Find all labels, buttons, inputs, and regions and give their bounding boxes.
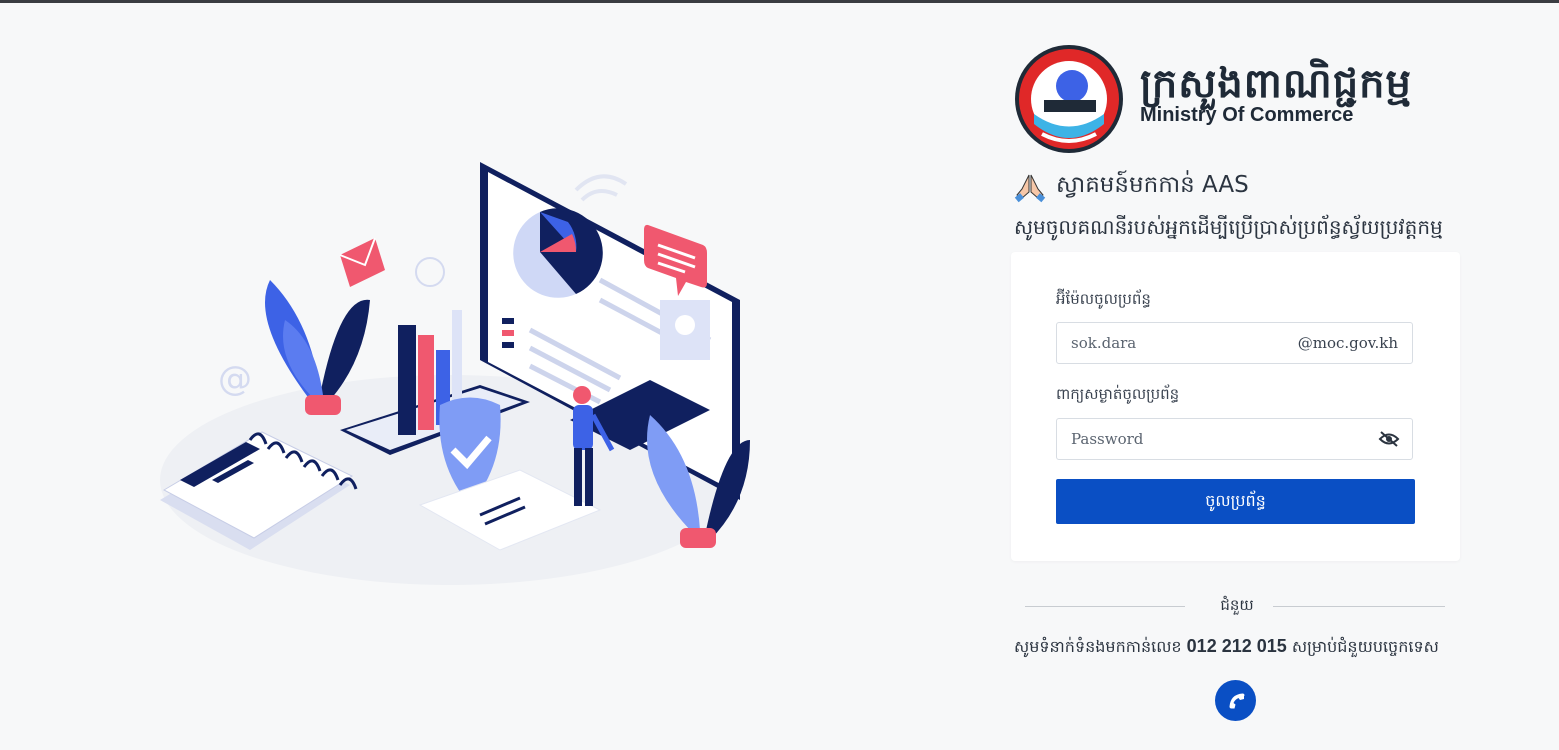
globe-icon bbox=[415, 257, 445, 287]
top-bar bbox=[0, 0, 1559, 3]
welcome-heading: ស្វាគមន៍មកកាន់ AAS bbox=[1014, 170, 1249, 204]
email-domain-suffix: @moc.gov.kh bbox=[1297, 334, 1398, 352]
password-field[interactable] bbox=[1056, 418, 1413, 460]
eye-slash-icon[interactable] bbox=[1378, 429, 1400, 449]
login-card: អ៊ីម៉ែលចូលប្រព័ន្ធ @moc.gov.kh ពាក្យសម្ង… bbox=[1011, 252, 1460, 561]
brand-english-name: Ministry Of Commerce bbox=[1140, 104, 1354, 126]
welcome-subtitle: សូមចូលគណនីរបស់អ្នកដើម្បីប្រើប្រាស់ប្រព័ន… bbox=[1014, 215, 1443, 239]
brand-header: ក្រសួងពាណិជ្ជកម្ម Ministry Of Commerce bbox=[1014, 44, 1454, 154]
password-label: ពាក្យសម្ងាត់ចូលប្រព័ន្ធ bbox=[1056, 385, 1180, 403]
call-button[interactable] bbox=[1215, 680, 1256, 721]
login-button[interactable]: ចូលប្រព័ន្ធ bbox=[1056, 479, 1415, 524]
contact-text: សូមទំនាក់ទំនងមកកាន់លេខ 012 212 015 សម្រា… bbox=[1014, 636, 1464, 660]
help-divider: ជំនួយ bbox=[1025, 596, 1445, 616]
ministry-seal-icon bbox=[1015, 45, 1123, 153]
email-label: អ៊ីម៉ែលចូលប្រព័ន្ធ bbox=[1056, 290, 1151, 308]
contact-suffix: សម្រាប់ជំនួយបច្ចេកទេស bbox=[1291, 637, 1439, 656]
phone-number: 012 212 015 bbox=[1186, 636, 1287, 656]
email-input[interactable] bbox=[1071, 323, 1291, 363]
email-field[interactable]: @moc.gov.kh bbox=[1056, 322, 1413, 364]
help-label: ជំនួយ bbox=[1220, 596, 1254, 614]
contact-prefix: សូមទំនាក់ទំនងមកកាន់លេខ bbox=[1014, 637, 1182, 656]
password-input[interactable] bbox=[1071, 419, 1291, 459]
welcome-title: ស្វាគមន៍មកកាន់ AAS bbox=[1056, 171, 1249, 198]
at-sign-icon: @ bbox=[218, 359, 252, 399]
envelope-icon bbox=[339, 237, 385, 287]
wifi-icon bbox=[574, 174, 628, 202]
divider-line-left bbox=[1025, 606, 1185, 607]
dashboard-illustration: @ bbox=[160, 162, 750, 585]
divider-line-right bbox=[1273, 606, 1445, 607]
pray-hands-icon bbox=[1014, 174, 1046, 203]
phone-icon bbox=[1229, 693, 1244, 708]
